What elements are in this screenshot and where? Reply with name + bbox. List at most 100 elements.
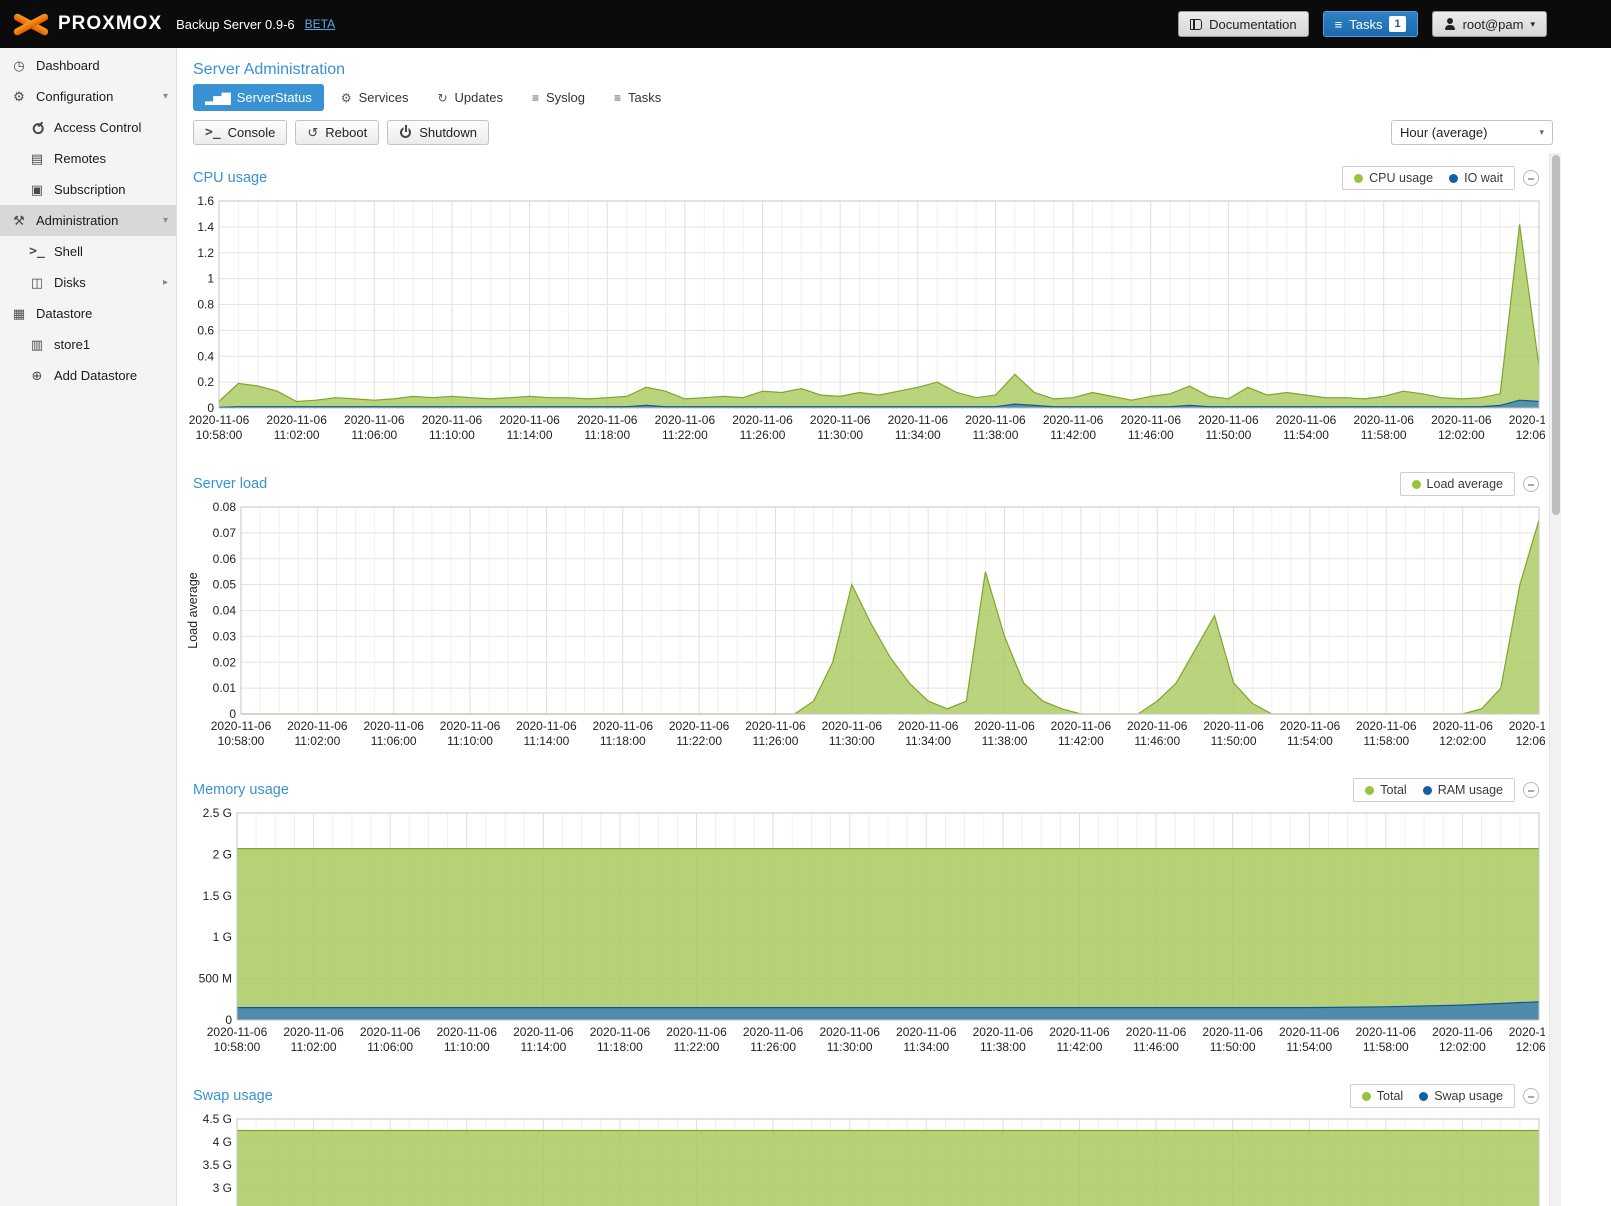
legend-item-load-average[interactable]: Load average	[1412, 477, 1503, 491]
svg-text:2020-11-0611:06:00: 2020-11-0611:06:00	[363, 719, 424, 748]
legend-label: IO wait	[1464, 171, 1503, 185]
panel-collapse-icon[interactable]	[1523, 1088, 1539, 1104]
cpu-usage-panel: CPU usage CPU usage IO wait	[185, 163, 1545, 452]
server-load-chart: 00.010.020.030.040.050.060.070.082020-11…	[185, 499, 1545, 758]
tab-services[interactable]: ⚙ Services	[329, 84, 421, 111]
database-icon: ▥	[28, 337, 46, 353]
swap-usage-chart: 0500 M1 G1.5 G2 G2.5 G3 G3.5 G4 G4.5 G20…	[185, 1111, 1545, 1206]
subscription-icon: ▣	[28, 182, 46, 198]
tab-label: Syslog	[546, 90, 585, 105]
chevron-right-icon[interactable]: ▸	[163, 277, 168, 288]
svg-text:Load average: Load average	[186, 572, 200, 649]
svg-text:1.6: 1.6	[197, 194, 214, 208]
right-gutter	[1561, 48, 1611, 1206]
svg-text:2020-11-0610:58:00: 2020-11-0610:58:00	[207, 1025, 268, 1054]
beta-link[interactable]: BETA	[305, 17, 335, 31]
svg-text:2020-11-0611:22:00: 2020-11-0611:22:00	[655, 413, 716, 442]
legend-dot	[1419, 1092, 1428, 1101]
legend-item-total[interactable]: Total	[1365, 783, 1406, 797]
panel-collapse-icon[interactable]	[1523, 476, 1539, 492]
legend-label: Load average	[1427, 477, 1503, 491]
remotes-icon: ▤	[28, 151, 46, 167]
legend-item-io-wait[interactable]: IO wait	[1449, 171, 1503, 185]
svg-text:0.6: 0.6	[197, 323, 214, 337]
sidebar-item-datastore[interactable]: ▦ Datastore	[0, 298, 176, 329]
sidebar-item-label: Remotes	[54, 151, 106, 166]
panel-collapse-icon[interactable]	[1523, 782, 1539, 798]
terminal-icon: >_	[28, 244, 46, 259]
svg-text:2020-11-0611:30:00: 2020-11-0611:30:00	[822, 719, 883, 748]
console-button[interactable]: >_ Console	[193, 120, 287, 145]
memory-usage-chart: 0500 M1 G1.5 G2 G2.5 G2020-11-0610:58:00…	[185, 805, 1545, 1064]
tab-label: Updates	[455, 90, 503, 105]
svg-text:2020-11-0611:18:00: 2020-11-0611:18:00	[590, 1025, 651, 1054]
disk-icon: ◫	[28, 275, 46, 291]
legend-dot	[1354, 174, 1363, 183]
svg-text:2020-11-0611:26:00: 2020-11-0611:26:00	[743, 1025, 804, 1054]
tasks-list-icon: ≡	[1335, 18, 1343, 31]
legend-label: Total	[1377, 1089, 1403, 1103]
tasks-button[interactable]: ≡ Tasks 1	[1323, 11, 1418, 37]
sidebar-item-shell[interactable]: >_ Shell	[0, 236, 176, 267]
sidebar-item-store1[interactable]: ▥ store1	[0, 329, 176, 360]
svg-text:2020-11-0611:54:00: 2020-11-0611:54:00	[1280, 719, 1341, 748]
sidebar-item-dashboard[interactable]: ◷ Dashboard	[0, 50, 176, 81]
chart-legend: Total Swap usage	[1350, 1084, 1515, 1108]
svg-text:2020-11-0612:06:00: 2020-11-0612:06:00	[1509, 719, 1545, 748]
svg-text:1.4: 1.4	[197, 220, 214, 234]
tab-tasks[interactable]: ≡ Tasks	[602, 84, 673, 111]
sidebar-item-remotes[interactable]: ▤ Remotes	[0, 143, 176, 174]
chevron-down-icon[interactable]: ▾	[163, 91, 168, 102]
legend-item-cpu-usage[interactable]: CPU usage	[1354, 171, 1433, 185]
svg-text:0.4: 0.4	[197, 349, 214, 363]
user-icon	[1444, 18, 1456, 30]
svg-text:2020-11-0611:18:00: 2020-11-0611:18:00	[593, 719, 654, 748]
refresh-icon: ↻	[437, 91, 447, 105]
legend-item-total[interactable]: Total	[1362, 1089, 1403, 1103]
vertical-scrollbar[interactable]	[1549, 153, 1561, 1206]
shutdown-button[interactable]: Shutdown	[387, 120, 489, 145]
sidebar-item-disks[interactable]: ◫ Disks ▸	[0, 267, 176, 298]
svg-text:2020-11-0611:54:00: 2020-11-0611:54:00	[1276, 413, 1337, 442]
svg-text:2020-11-0610:58:00: 2020-11-0610:58:00	[211, 719, 272, 748]
sidebar-item-label: Shell	[54, 244, 83, 259]
sidebar-item-add-datastore[interactable]: ⊕ Add Datastore	[0, 360, 176, 391]
svg-text:0.01: 0.01	[213, 681, 237, 695]
legend-dot	[1423, 786, 1432, 795]
chevron-down-icon[interactable]: ▾	[163, 215, 168, 226]
sidebar-item-subscription[interactable]: ▣ Subscription	[0, 174, 176, 205]
reboot-button[interactable]: ↺ Reboot	[295, 120, 379, 145]
svg-text:2020-11-0612:02:00: 2020-11-0612:02:00	[1431, 413, 1492, 442]
legend-item-swap-usage[interactable]: Swap usage	[1419, 1089, 1503, 1103]
documentation-button[interactable]: Documentation	[1178, 11, 1308, 37]
sidebar-item-administration[interactable]: ⚒ Administration ▾	[0, 205, 176, 236]
shutdown-label: Shutdown	[419, 125, 477, 140]
sidebar-item-access-control[interactable]: Access Control	[0, 112, 176, 143]
sidebar-item-configuration[interactable]: ⚙ Configuration ▾	[0, 81, 176, 112]
svg-text:0.08: 0.08	[213, 500, 237, 514]
svg-text:2020-11-0611:26:00: 2020-11-0611:26:00	[745, 719, 806, 748]
svg-text:2020-11-0611:06:00: 2020-11-0611:06:00	[360, 1025, 421, 1054]
user-menu-button[interactable]: root@pam ▾	[1432, 11, 1547, 37]
gear-icon: ⚙	[341, 91, 352, 105]
svg-text:2020-11-0611:38:00: 2020-11-0611:38:00	[974, 719, 1035, 748]
panel-title: CPU usage	[193, 170, 267, 186]
plus-circle-icon: ⊕	[28, 368, 46, 384]
svg-text:0.04: 0.04	[213, 604, 237, 618]
tab-serverstatus[interactable]: ▂▅▇ ServerStatus	[193, 84, 324, 111]
svg-text:2020-11-0611:30:00: 2020-11-0611:30:00	[810, 413, 871, 442]
svg-text:2020-11-0611:34:00: 2020-11-0611:34:00	[888, 413, 949, 442]
panel-collapse-icon[interactable]	[1523, 170, 1539, 186]
timeframe-select[interactable]: Hour (average) ▾	[1391, 120, 1553, 145]
svg-text:2020-11-0611:34:00: 2020-11-0611:34:00	[896, 1025, 957, 1054]
gear-icon: ⚙	[10, 89, 28, 105]
tab-updates[interactable]: ↻ Updates	[425, 84, 514, 111]
legend-item-ram-usage[interactable]: RAM usage	[1423, 783, 1503, 797]
toolbar: >_ Console ↺ Reboot Shutdown Hour (avera…	[177, 120, 1561, 153]
tab-syslog[interactable]: ≡ Syslog	[520, 84, 597, 111]
svg-text:2020-11-0611:10:00: 2020-11-0611:10:00	[440, 719, 501, 748]
dashboard-icon: ◷	[10, 58, 28, 74]
svg-text:0.06: 0.06	[213, 552, 237, 566]
scrollbar-thumb[interactable]	[1552, 155, 1560, 515]
chevron-down-icon: ▾	[1539, 127, 1544, 138]
